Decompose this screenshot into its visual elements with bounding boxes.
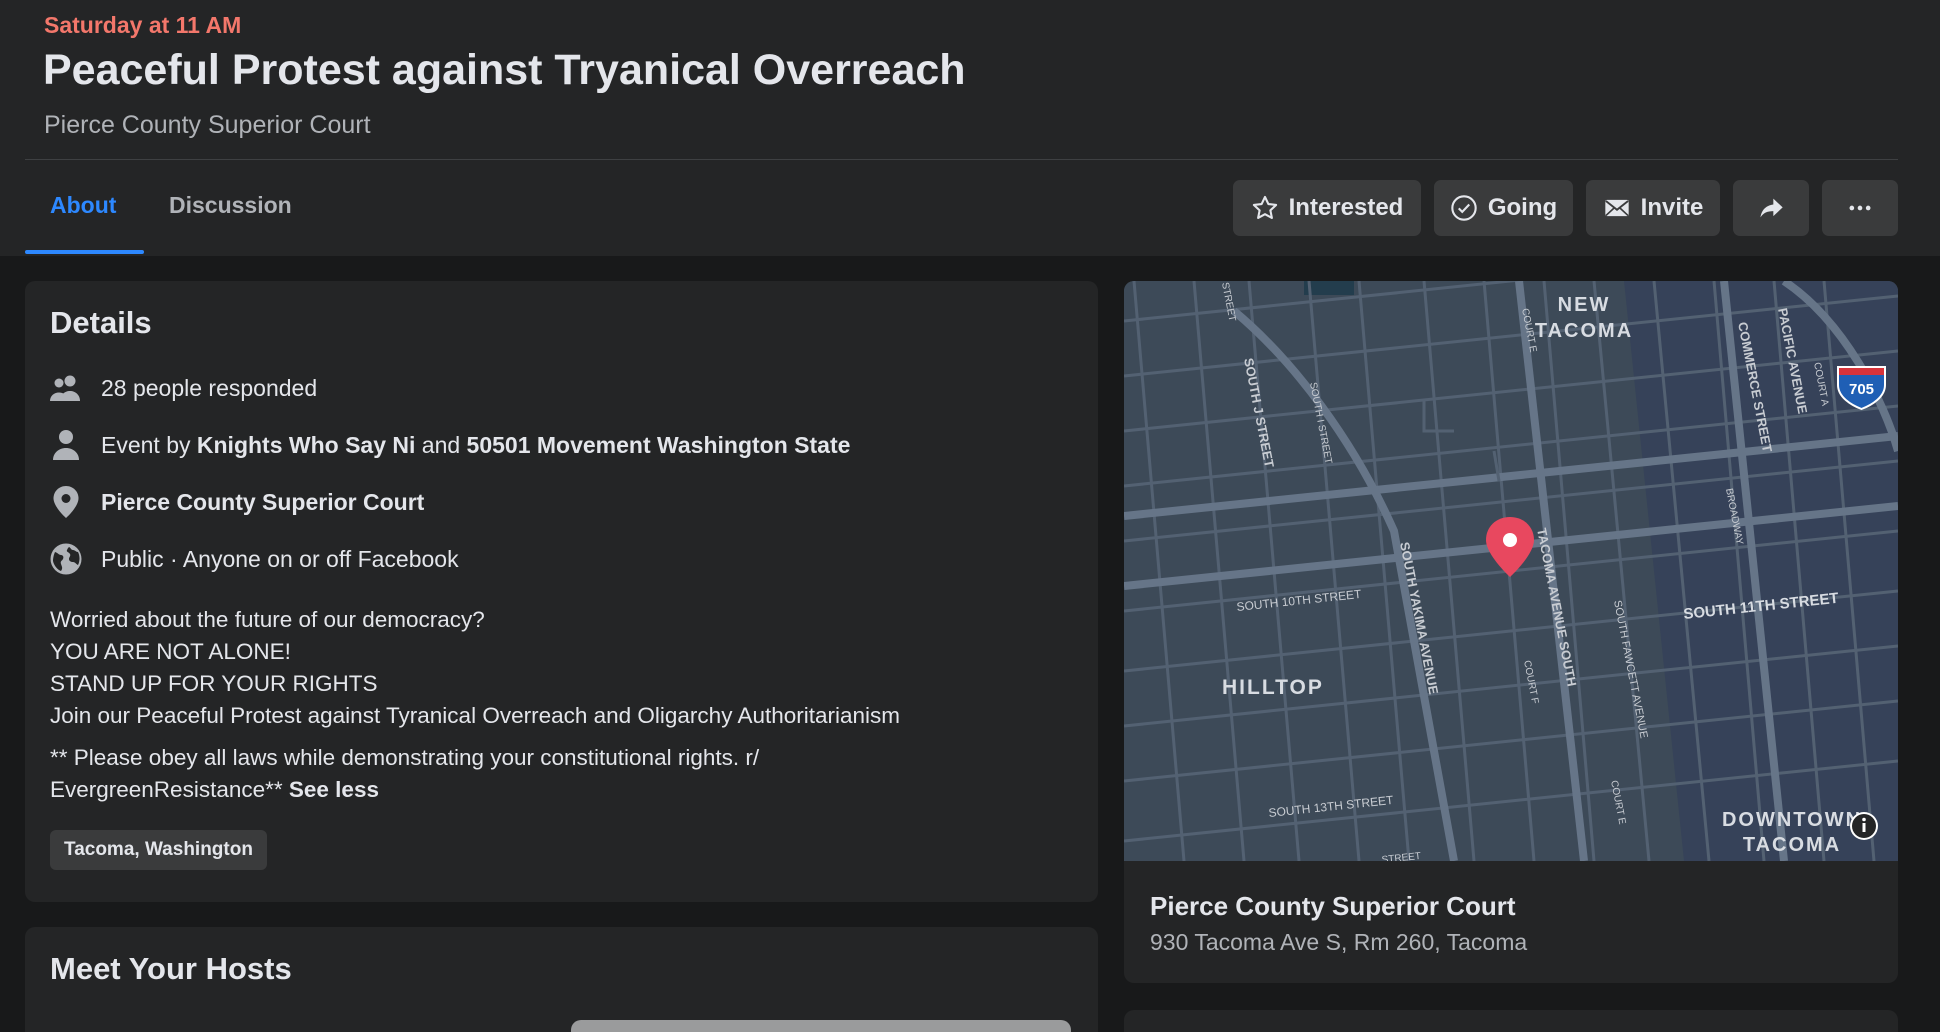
host-row: Event by Knights Who Say Ni and 50501 Mo… <box>50 425 1090 465</box>
event-date: Saturday at 11 AM <box>44 12 242 38</box>
details-card: Details 28 people responded Event by Kni… <box>25 281 1098 902</box>
star-icon <box>1252 195 1277 219</box>
place-address: 930 Tacoma Ave S, Rm 260, Tacoma <box>1150 929 1528 955</box>
note-line-2: EvergreenResistance** <box>50 777 283 802</box>
details-heading: Details <box>50 305 152 340</box>
event-header: Saturday at 11 AM Peaceful Protest again… <box>0 0 1940 256</box>
going-button[interactable]: Going <box>1434 180 1573 236</box>
see-less-link[interactable]: See less <box>289 777 379 802</box>
ellipsis-icon <box>1849 205 1871 211</box>
event-subtitle[interactable]: Pierce County Superior Court <box>44 111 371 140</box>
invite-button[interactable]: Invite <box>1586 180 1720 236</box>
location-tag[interactable]: Tacoma, Washington <box>50 830 267 870</box>
people-icon <box>50 372 82 404</box>
place-info-card[interactable]: Pierce County Superior Court 930 Tacoma … <box>1124 861 1898 983</box>
location-row: Pierce County Superior Court <box>50 482 1090 522</box>
description-line: YOU ARE NOT ALONE! <box>50 639 291 664</box>
responded-row: 28 people responded <box>50 368 1090 408</box>
right-column-card <box>1124 1010 1898 1032</box>
envelope-icon <box>1604 199 1629 217</box>
tab-about[interactable]: About <box>50 192 116 219</box>
and-text: and <box>421 431 461 458</box>
event-note: ** Please obey all laws while demonstrat… <box>50 742 759 806</box>
description-line: Worried about the future of our democrac… <box>50 607 485 632</box>
privacy-text: Public · Anyone on or off Facebook <box>101 545 459 572</box>
location-map[interactable]: NEW TACOMA HILLTOP DOWNTOWN TACOMA SOUTH… <box>1124 281 1898 861</box>
map-label-new-tacoma: TACOMA <box>1535 320 1633 342</box>
place-name: Pierce County Superior Court <box>1150 891 1516 921</box>
more-options-button[interactable] <box>1822 180 1898 236</box>
invite-label: Invite <box>1640 194 1704 221</box>
tab-discussion[interactable]: Discussion <box>169 192 292 219</box>
location-link[interactable]: Pierce County Superior Court <box>101 489 424 515</box>
map-label-hilltop: HILLTOP <box>1222 676 1324 699</box>
map-label-downtown: DOWNTOWN <box>1722 809 1862 831</box>
responded-text[interactable]: 28 people responded <box>101 375 317 402</box>
note-line-1: ** Please obey all laws while demonstrat… <box>50 745 760 770</box>
privacy-row: Public · Anyone on or off Facebook <box>50 539 1090 579</box>
event-title: Peaceful Protest against Tryanical Overr… <box>43 46 966 94</box>
host-link-1[interactable]: Knights Who Say Ni <box>197 432 416 458</box>
going-label: Going <box>1487 194 1558 221</box>
event-description: Worried about the future of our democrac… <box>50 604 900 732</box>
check-circle-icon <box>1451 195 1477 221</box>
hosts-heading: Meet Your Hosts <box>50 951 292 986</box>
person-icon <box>50 429 82 461</box>
map-canvas: NEW TACOMA HILLTOP DOWNTOWN TACOMA SOUTH… <box>1124 281 1898 861</box>
interested-button[interactable]: Interested <box>1233 180 1421 236</box>
active-tab-indicator <box>25 250 144 254</box>
hosts-card: Meet Your Hosts <box>25 927 1098 1032</box>
host-cover-image[interactable] <box>571 1020 1071 1032</box>
share-arrow-icon <box>1760 198 1783 218</box>
map-info-icon[interactable] <box>1850 812 1878 840</box>
location-pin-icon <box>50 486 82 518</box>
event-by-prefix: Event by <box>101 431 191 458</box>
host-link-2[interactable]: 50501 Movement Washington State <box>467 432 851 458</box>
description-line: Join our Peaceful Protest against Tyrani… <box>50 703 901 728</box>
map-label-downtown-tacoma: TACOMA <box>1743 834 1841 856</box>
header-divider <box>25 159 1898 160</box>
share-button[interactable] <box>1733 180 1809 236</box>
description-line: STAND UP FOR YOUR RIGHTS <box>50 671 378 696</box>
globe-icon <box>50 543 82 575</box>
interested-label: Interested <box>1288 194 1404 221</box>
map-label-new: NEW <box>1558 294 1611 316</box>
shield-number: 705 <box>1849 381 1874 398</box>
